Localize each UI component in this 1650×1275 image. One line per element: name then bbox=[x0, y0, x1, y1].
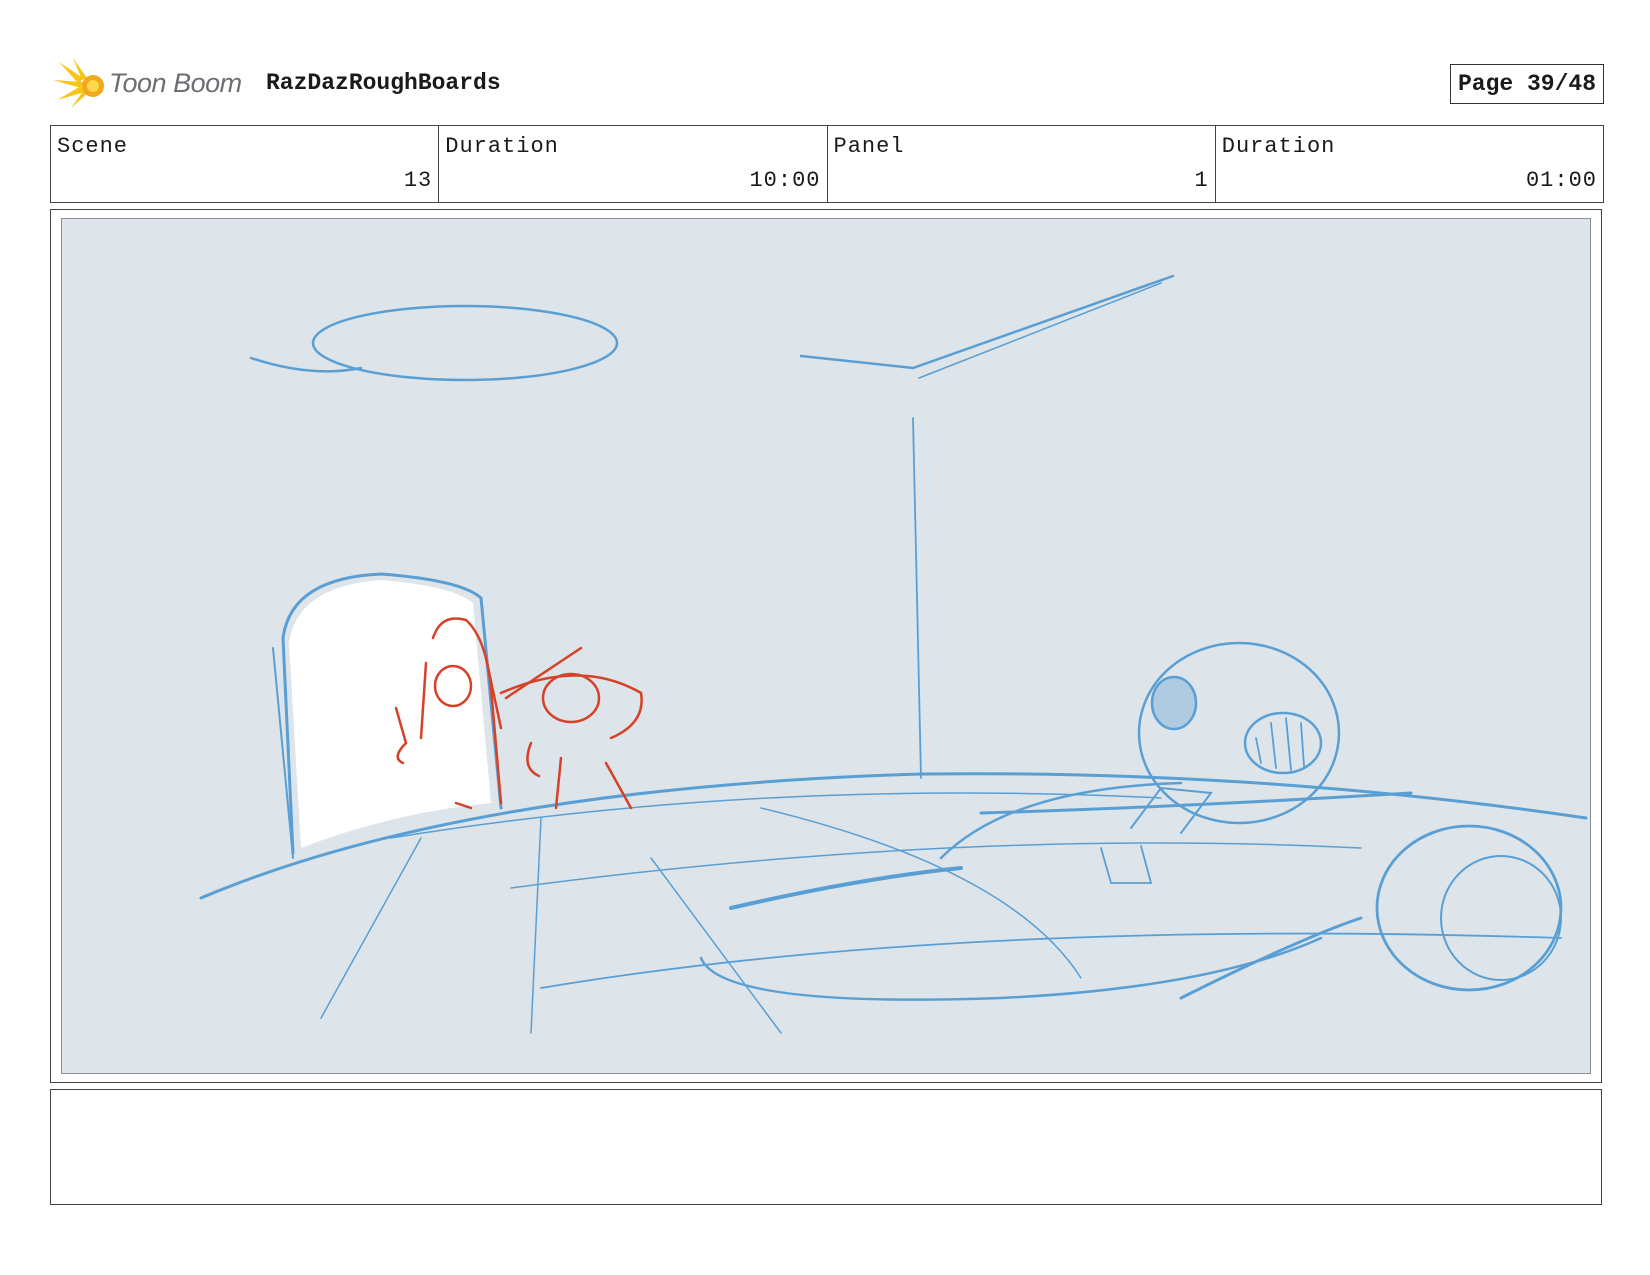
scene-label: Scene bbox=[57, 134, 129, 159]
scene-cell: Scene 13 bbox=[51, 126, 440, 202]
panel-cell: Panel 1 bbox=[828, 126, 1216, 202]
scene-duration-value: 10:00 bbox=[749, 168, 821, 193]
helmet-eye bbox=[1150, 675, 1198, 731]
toon-boom-logo: Toon Boom bbox=[53, 56, 253, 112]
starburst-icon bbox=[53, 58, 104, 108]
scene-value: 13 bbox=[403, 168, 433, 193]
panel-notes bbox=[50, 1089, 1602, 1205]
panel-sketch bbox=[61, 218, 1591, 1074]
scene-duration-label: Duration bbox=[445, 134, 559, 159]
scene-info-table: Scene 13 Duration 10:00 Panel 1 Duration… bbox=[50, 125, 1604, 203]
page-number: Page 39/48 bbox=[1449, 64, 1604, 104]
panel-duration-cell: Duration 01:00 bbox=[1216, 126, 1603, 202]
scene-duration-cell: Duration 10:00 bbox=[439, 126, 828, 202]
page-header: Toon Boom RazDazRoughBoards Page 39/48 bbox=[50, 56, 1604, 112]
storyboard-panel bbox=[50, 209, 1602, 1083]
panel-label: Panel bbox=[833, 134, 905, 159]
panel-value: 1 bbox=[1194, 168, 1209, 193]
logo-text: Toon Boom bbox=[109, 68, 242, 98]
panel-duration-value: 01:00 bbox=[1525, 168, 1597, 193]
panel-duration-label: Duration bbox=[1221, 134, 1336, 159]
project-name: RazDazRoughBoards bbox=[266, 70, 501, 96]
